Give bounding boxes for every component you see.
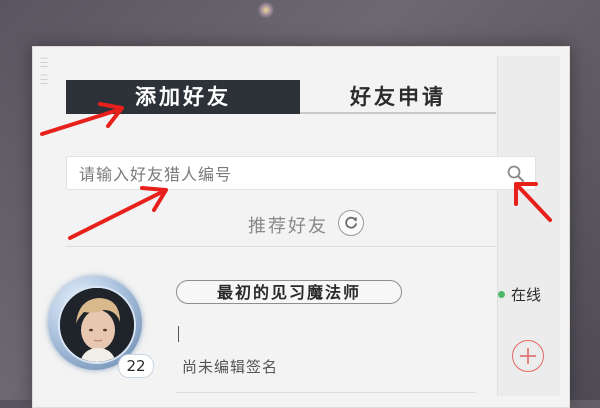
friend-signature: 尚未编辑签名: [182, 358, 279, 376]
online-dot-icon: [498, 291, 505, 298]
background-light-flare: [258, 2, 274, 18]
refresh-icon: [345, 216, 357, 229]
add-friend-button[interactable]: [512, 340, 544, 372]
text-cursor: [178, 326, 179, 342]
avatar-portrait: [60, 288, 134, 362]
annotation-arrow-search-icon: [514, 182, 552, 222]
plus-icon: [520, 348, 536, 364]
row-divider: [176, 392, 476, 393]
online-status-label: 在线: [511, 286, 542, 304]
tab-underline: [300, 112, 496, 114]
annotation-arrow-search: [68, 186, 168, 240]
friend-name: 最初的见习魔法师: [176, 280, 402, 304]
annotation-arrow-tab: [40, 102, 124, 136]
avatar[interactable]: [58, 286, 136, 364]
level-badge: 22: [118, 354, 154, 378]
tab-friend-requests[interactable]: 好友申请: [300, 80, 496, 114]
recommend-label: 推荐好友: [248, 216, 328, 237]
refresh-button[interactable]: [338, 210, 364, 236]
divider: [66, 246, 498, 247]
online-status: 在线: [498, 284, 541, 305]
